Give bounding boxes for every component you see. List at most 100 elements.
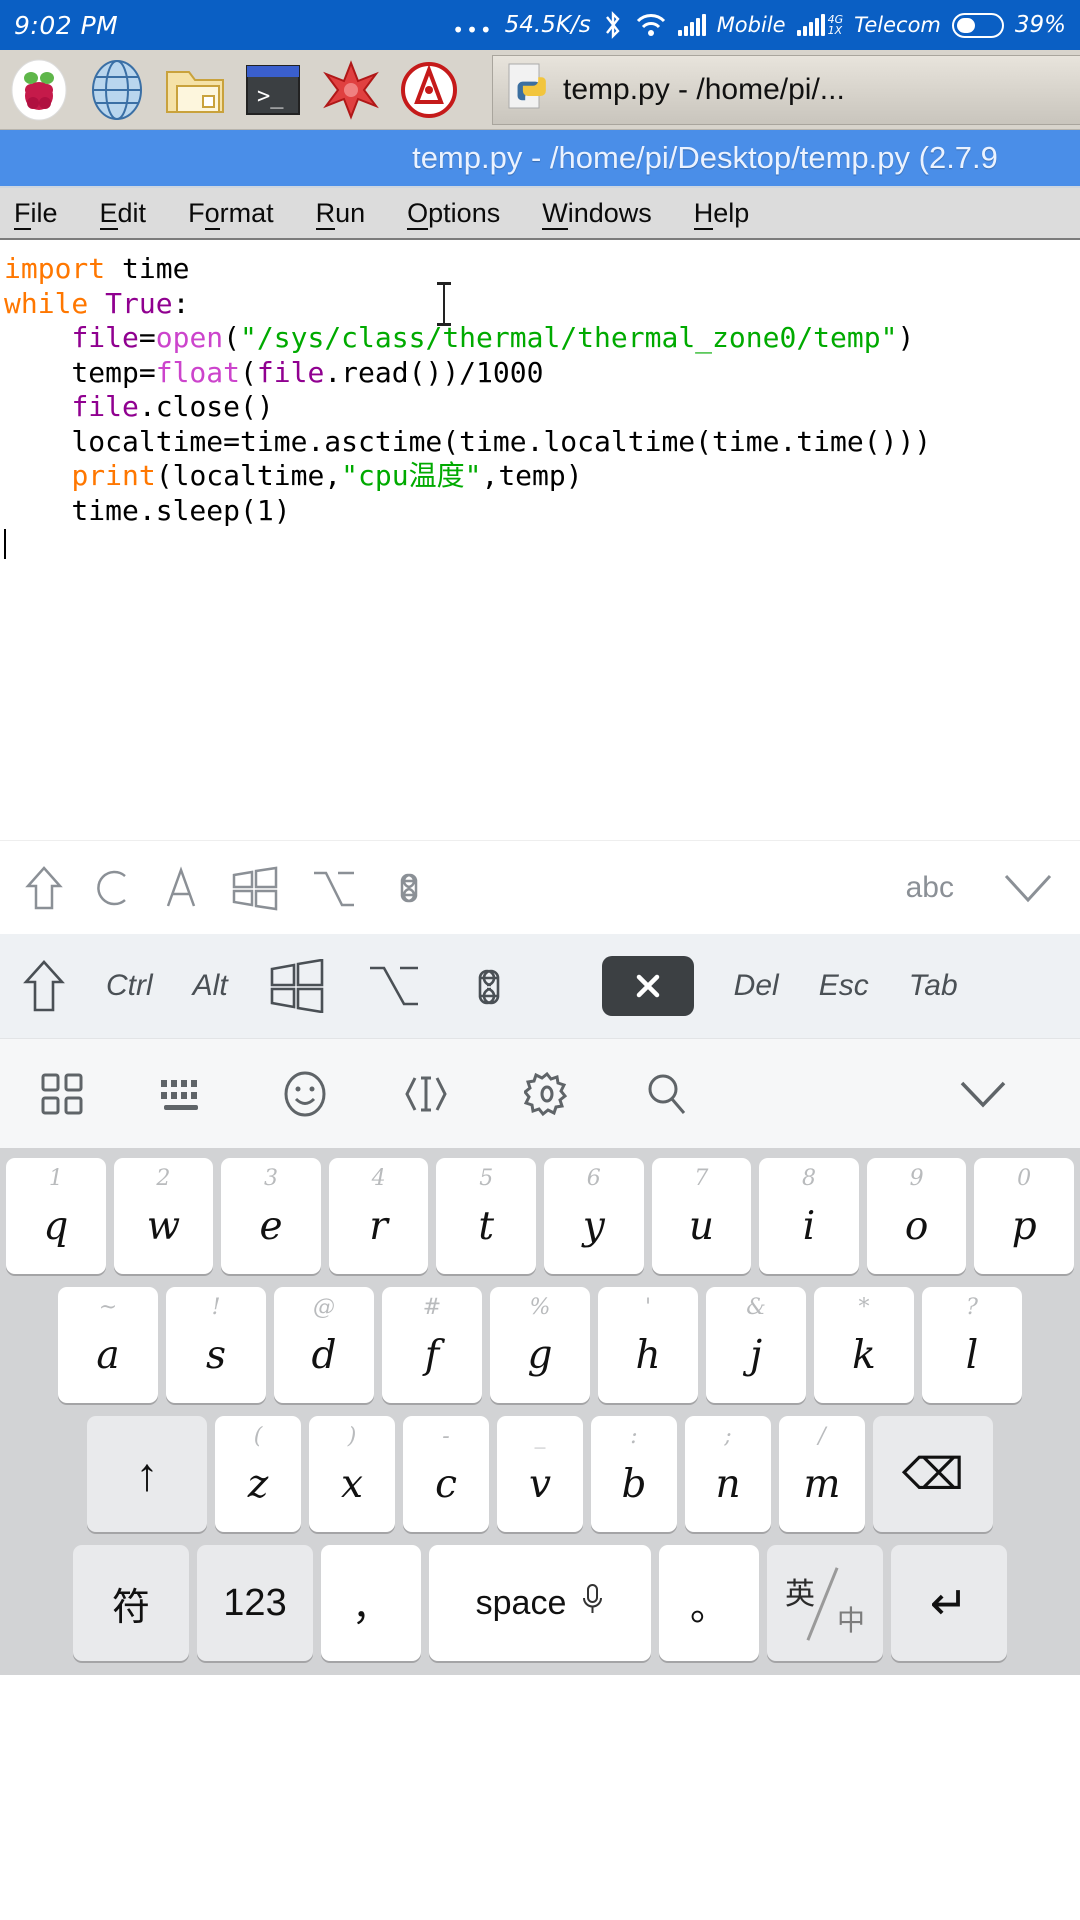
- ime-tool-row: [0, 1038, 1080, 1148]
- key-l[interactable]: ? l: [922, 1287, 1022, 1403]
- symbols-key[interactable]: 符: [73, 1545, 189, 1661]
- key-g[interactable]: % g: [490, 1287, 590, 1403]
- shift-icon[interactable]: [24, 864, 64, 912]
- shift-key[interactable]: ↑: [87, 1416, 207, 1532]
- key-h[interactable]: ' h: [598, 1287, 698, 1403]
- bluetooth-icon: [602, 10, 624, 40]
- battery-icon: [951, 12, 1004, 38]
- key-f[interactable]: # f: [382, 1287, 482, 1403]
- language-zh-label: 中: [836, 1605, 865, 1636]
- key-w[interactable]: 2w: [113, 1158, 214, 1274]
- keyboard-layout-icon[interactable]: [158, 1074, 208, 1114]
- command-key[interactable]: [462, 960, 516, 1012]
- menu-file[interactable]: File: [8, 197, 64, 230]
- comma-key[interactable]: ，: [321, 1545, 421, 1661]
- key-z[interactable]: (z: [215, 1416, 301, 1532]
- menu-windows[interactable]: Windows: [536, 197, 658, 230]
- del-key[interactable]: Del: [734, 969, 779, 1003]
- chevron-down-icon[interactable]: [1000, 870, 1056, 906]
- backspace-key[interactable]: [601, 956, 694, 1016]
- idle-window-title: temp.py - /home/pi/Desktop/temp.py (2.7.…: [0, 130, 1080, 188]
- enter-key[interactable]: ↵: [891, 1545, 1007, 1661]
- key-p[interactable]: 0p: [974, 1158, 1074, 1274]
- menu-edit[interactable]: Edit: [94, 197, 153, 230]
- status-bar: 9:02 PM ••• 54.5K/s Mobile 4G 1X Telecom…: [0, 0, 1080, 50]
- file-manager-icon[interactable]: [156, 54, 234, 126]
- alt-letter-icon[interactable]: [162, 864, 200, 912]
- space-key[interactable]: space: [429, 1545, 651, 1661]
- backspace-key[interactable]: ⌫: [873, 1416, 993, 1532]
- alt-key[interactable]: Alt: [193, 969, 228, 1003]
- key-e[interactable]: 3e: [221, 1158, 321, 1274]
- option-key[interactable]: [366, 960, 422, 1012]
- mathematica-icon[interactable]: [312, 54, 390, 126]
- keyboard-row-2: ~ a ! s @ d # f % g ' h & j * k ? l: [6, 1287, 1074, 1403]
- key-y[interactable]: 6y: [544, 1158, 644, 1274]
- command-key-icon[interactable]: [386, 865, 432, 911]
- option-key-icon[interactable]: [310, 865, 356, 911]
- settings-gear-icon[interactable]: [524, 1071, 570, 1117]
- ctrl-key[interactable]: Ctrl: [106, 969, 153, 1003]
- carrier-label-2: Telecom: [854, 13, 941, 37]
- key-u[interactable]: 7u: [651, 1158, 752, 1274]
- period-key[interactable]: 。: [659, 1545, 759, 1661]
- virtual-keyboard: 1q 2w 3e 4r 5t 6y 7u 8i 9o 0p ~ a ! s @ d #…: [0, 1148, 1080, 1675]
- key-r[interactable]: 4r: [328, 1158, 429, 1274]
- taskbar-window-button[interactable]: temp.py - /home/pi/...: [492, 55, 1080, 125]
- collapse-keyboard-icon[interactable]: [956, 1077, 1010, 1111]
- status-clock: 9:02 PM: [14, 10, 119, 40]
- search-icon[interactable]: [644, 1071, 690, 1117]
- key-o[interactable]: 9o: [866, 1158, 967, 1274]
- space-key-label: space: [475, 1583, 567, 1622]
- taskbar-window-label: temp.py - /home/pi/...: [563, 73, 845, 106]
- key-k[interactable]: * k: [814, 1287, 914, 1403]
- apps-grid-icon[interactable]: [40, 1072, 84, 1116]
- language-en-label: 英: [785, 1578, 815, 1611]
- language-toggle-key[interactable]: 英 中: [767, 1545, 883, 1661]
- keyboard-row-3: ↑ (z ) x -c _ v :b ; n / m ⌫: [6, 1416, 1074, 1532]
- windows-key-icon[interactable]: [230, 865, 280, 911]
- keyboard-row-4: 符 123 ， space 。 英 中 ↵: [6, 1545, 1074, 1661]
- key-j[interactable]: & j: [706, 1287, 806, 1403]
- key-n[interactable]: ; n: [685, 1416, 771, 1532]
- abc-mode-label[interactable]: abc: [906, 871, 954, 905]
- network-speed: 54.5K/s: [504, 12, 591, 38]
- wifi-icon: [635, 12, 667, 38]
- windows-key[interactable]: [268, 959, 326, 1013]
- key-a[interactable]: ~ a: [58, 1287, 158, 1403]
- more-dots-icon: •••: [452, 18, 494, 42]
- carrier-label-1: Mobile: [716, 13, 786, 37]
- cursor-move-icon[interactable]: [402, 1072, 450, 1116]
- idle-menu-bar: File Edit Format Run Options Windows Hel…: [0, 188, 1080, 240]
- python-file-icon: [507, 62, 553, 118]
- key-b[interactable]: :b: [591, 1416, 677, 1532]
- key-t[interactable]: 5t: [436, 1158, 536, 1274]
- screen-root: 9:02 PM ••• 54.5K/s Mobile 4G 1X Telecom…: [0, 0, 1080, 1920]
- key-q[interactable]: 1q: [6, 1158, 106, 1274]
- key-d[interactable]: @ d: [274, 1287, 374, 1403]
- shift-key[interactable]: [22, 958, 66, 1014]
- menu-run[interactable]: Run: [310, 197, 372, 230]
- menu-format[interactable]: Format: [182, 197, 280, 230]
- menu-options[interactable]: Options: [401, 197, 506, 230]
- battery-percent: 39%: [1014, 12, 1066, 38]
- tab-key[interactable]: Tab: [909, 969, 958, 1003]
- mic-icon[interactable]: [580, 1582, 604, 1625]
- net-type-bottom: 1X: [827, 24, 843, 37]
- raspberry-pi-menu-icon[interactable]: [0, 54, 78, 126]
- key-m[interactable]: / m: [779, 1416, 865, 1532]
- emoji-icon[interactable]: [282, 1071, 328, 1117]
- wolfram-icon[interactable]: [390, 54, 468, 126]
- key-x[interactable]: ) x: [309, 1416, 395, 1532]
- code-editor-area[interactable]: import time while True: file=open("/sys/…: [0, 240, 1080, 840]
- esc-key[interactable]: Esc: [819, 969, 869, 1003]
- ctrl-letter-icon[interactable]: [94, 864, 132, 912]
- terminal-icon[interactable]: >_: [234, 54, 312, 126]
- key-s[interactable]: ! s: [166, 1287, 266, 1403]
- key-v[interactable]: _ v: [497, 1416, 583, 1532]
- numbers-key[interactable]: 123: [197, 1545, 313, 1661]
- menu-help[interactable]: Help: [688, 197, 756, 230]
- key-i[interactable]: 8i: [759, 1158, 859, 1274]
- web-browser-icon[interactable]: [78, 54, 156, 126]
- key-c[interactable]: -c: [403, 1416, 489, 1532]
